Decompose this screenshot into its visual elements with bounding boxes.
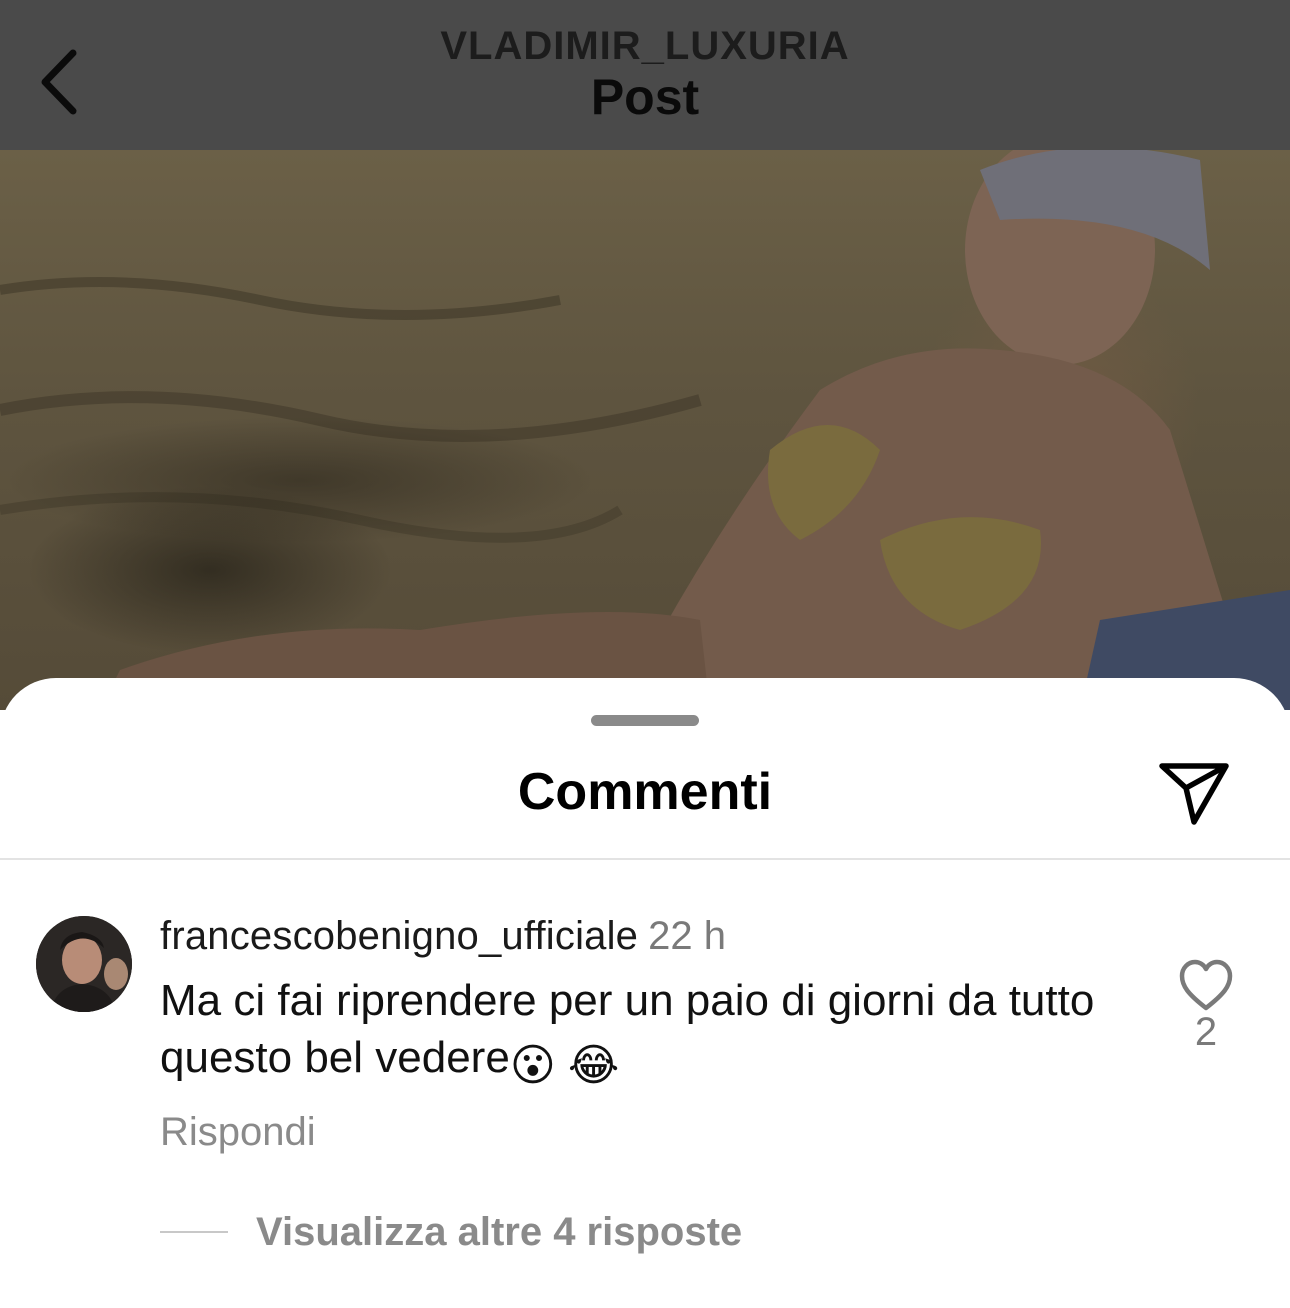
post-header: VLADIMIR_LUXURIA Post: [0, 0, 1290, 150]
comments-title: Commenti: [517, 763, 773, 821]
comment-body: Ma ci fai riprendere per un paio di gior…: [160, 976, 1095, 1082]
comment-meta: francescobenigno_ufficiale 22 h: [160, 914, 726, 959]
comments-sheet: Commenti francescobenigno_ufficiale22 h: [0, 678, 1290, 1308]
like-count: 2: [1194, 1010, 1218, 1054]
share-button[interactable]: [1156, 760, 1232, 826]
post-photo: [0, 150, 1290, 710]
paper-plane-icon: [1159, 763, 1229, 825]
comment-timestamp: 22 h: [648, 914, 726, 958]
like-button[interactable]: [1178, 958, 1234, 1012]
heart-outline-icon: [1179, 959, 1233, 1011]
sheet-grabber[interactable]: [591, 715, 699, 726]
view-more-replies-button[interactable]: Visualizza altre 4 risposte: [160, 1208, 742, 1256]
surprised-face-emoji: 😮: [509, 1041, 556, 1090]
instagram-post-screen: VLADIMIR_LUXURIA Post Commenti francesco…: [0, 0, 1290, 1308]
replies-line-divider: [160, 1231, 228, 1233]
comment-username[interactable]: francescobenigno_ufficiale: [160, 914, 638, 958]
page-title: Post: [590, 69, 700, 125]
sheet-divider: [0, 858, 1290, 860]
avatar[interactable]: [36, 916, 132, 1012]
tears-of-joy-emoji: 😂: [567, 1041, 620, 1090]
view-more-replies-label: Visualizza altre 4 risposte: [256, 1209, 743, 1254]
post-author-username[interactable]: VLADIMIR_LUXURIA: [0, 24, 1290, 69]
comment-text: Ma ci fai riprendere per un paio di gior…: [160, 972, 1140, 1094]
reply-button[interactable]: Rispondi: [160, 1110, 316, 1155]
